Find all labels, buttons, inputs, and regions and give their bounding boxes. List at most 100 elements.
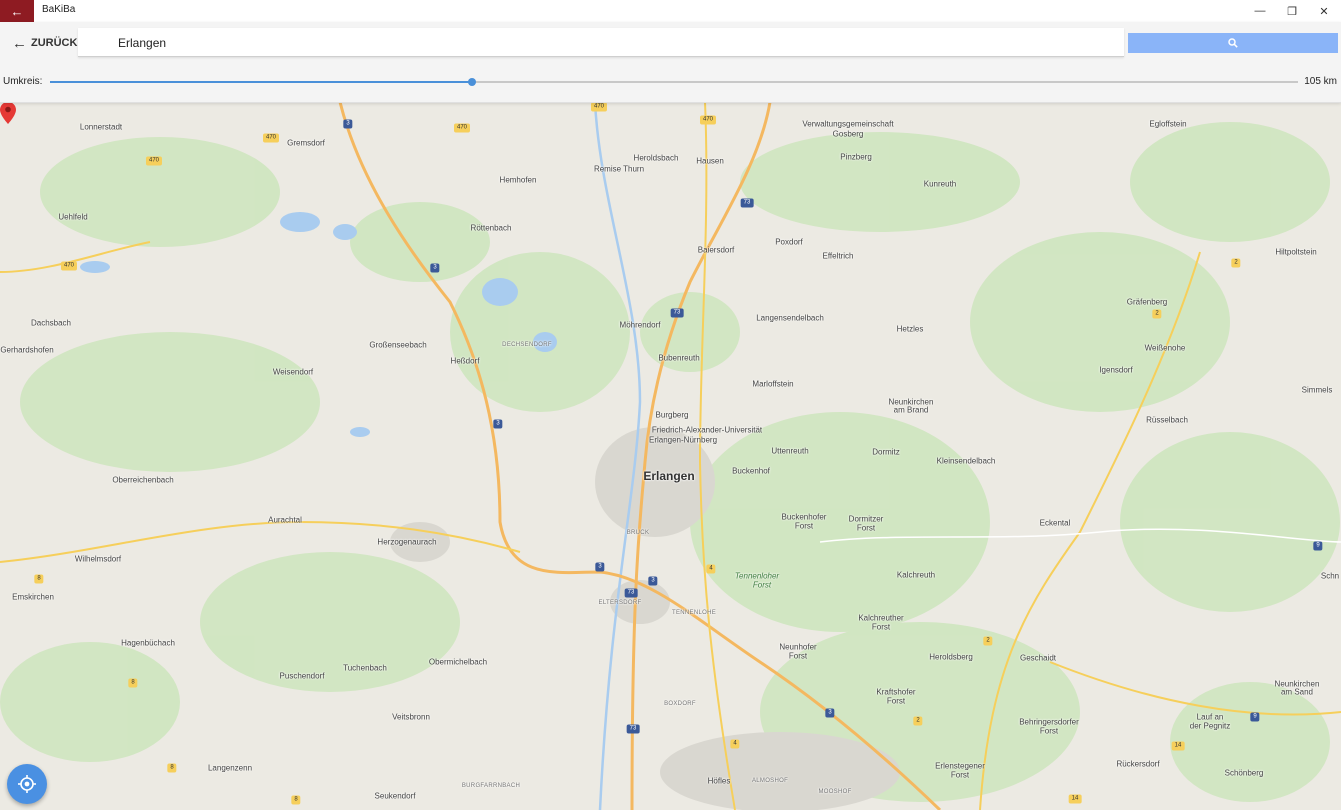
- road-number-shield: 8: [167, 763, 177, 773]
- map-place-label: Kalchreuth: [896, 570, 936, 580]
- map-district-label: BURGFARRNBACH: [461, 783, 521, 789]
- map-place-label: Erlangen-Nürnberg: [648, 435, 718, 445]
- map-place-label: Forst: [794, 521, 814, 531]
- road-number-shield: 470: [699, 115, 717, 125]
- close-icon: ✕: [1319, 5, 1329, 18]
- road-number-shield: 73: [624, 588, 638, 598]
- map-place-label: Weisendorf: [272, 367, 314, 377]
- back-button[interactable]: ← ZURÜCK: [12, 34, 77, 52]
- road-number-shield: 14: [1068, 794, 1082, 804]
- radius-slider[interactable]: [50, 78, 1298, 86]
- back-label: ZURÜCK: [31, 37, 78, 49]
- map-place-label: Puschendorf: [279, 671, 325, 681]
- road-number-shield: 8: [34, 574, 44, 584]
- map-pin-icon[interactable]: [0, 102, 16, 124]
- road-number-shield: 2: [1152, 309, 1162, 319]
- map-place-label: Höfles: [707, 776, 731, 786]
- map-place-label: Uehlfeld: [58, 212, 88, 222]
- map-place-label: Rüsselbach: [1146, 415, 1188, 425]
- app-title: BaKiBa: [42, 4, 76, 15]
- map-place-label: Forst: [871, 622, 891, 632]
- arrow-left-icon: ←: [10, 3, 24, 19]
- map-place-label: Gräfenberg: [1126, 297, 1168, 307]
- map-place-label: Wilhelmsdorf: [74, 554, 122, 564]
- map-place-label: Forst: [1039, 726, 1059, 736]
- map-place-label: Gosberg: [832, 129, 864, 139]
- map-place-label: Möhrendorf: [619, 320, 661, 330]
- map-place-label: Kunreuth: [923, 179, 957, 189]
- close-button[interactable]: ✕: [1308, 0, 1340, 22]
- locate-me-button[interactable]: [7, 764, 47, 804]
- radius-slider-thumb[interactable]: [467, 78, 476, 86]
- map-place-label: Forst: [950, 770, 970, 780]
- map-place-label: Seukendorf: [374, 791, 416, 801]
- map-place-label: Heroldsberg: [929, 652, 973, 662]
- map-place-label: Veitsbronn: [392, 712, 430, 722]
- map-place-label: Heßdorf: [450, 356, 480, 366]
- map-district-label: BRUCK: [626, 530, 650, 536]
- map-place-label: Dachsbach: [30, 318, 72, 328]
- map-place-label: Bubenreuth: [658, 353, 700, 363]
- road-number-shield: 2: [983, 636, 993, 646]
- road-number-shield: 14: [1171, 741, 1185, 751]
- map-place-label: Röttenbach: [470, 223, 512, 233]
- map-place-label: Marloffstein: [752, 379, 794, 389]
- map-forest-label: Forst: [752, 580, 772, 590]
- road-number-shield: 73: [740, 198, 754, 208]
- map-place-label: Tuchenbach: [343, 663, 387, 673]
- toolbar: ← ZURÜCK Umkreis: 105 km: [0, 22, 1341, 103]
- road-number-shield: 73: [626, 724, 640, 734]
- radius-label: Umkreis:: [3, 76, 43, 87]
- minimize-icon: —: [1254, 5, 1266, 17]
- map-place-label: Forst: [856, 523, 876, 533]
- map-place-label: Oberreichenbach: [112, 475, 174, 485]
- map-place-label: Schn: [1320, 571, 1340, 581]
- map-place-label: Rückersdorf: [1116, 759, 1160, 769]
- search-icon: [1228, 38, 1238, 48]
- map-place-label: Burgberg: [655, 410, 689, 420]
- map-place-label: Igensdorf: [1099, 365, 1133, 375]
- road-number-shield: 2: [913, 716, 923, 726]
- map-place-label: Gremsdorf: [287, 138, 325, 148]
- map-place-label: Heroldsbach: [633, 153, 679, 163]
- map-place-label: Großenseebach: [369, 340, 427, 350]
- map-place-label: Hemhofen: [499, 175, 537, 185]
- radius-value: 105 km: [1304, 76, 1337, 87]
- map-district-label: MOOSHOF: [818, 789, 852, 795]
- road-number-shield: 4: [730, 739, 740, 749]
- back-tile[interactable]: ←: [0, 0, 34, 22]
- map-place-label: Forst: [788, 651, 808, 661]
- maximize-button[interactable]: ❐: [1276, 0, 1308, 22]
- map-place-label: Langenzenn: [207, 763, 253, 773]
- map-view[interactable]: Lonnerstadt Gremsdorf Uehlfeld Hemhofen Hero…: [0, 102, 1341, 810]
- road-number-shield: 470: [145, 156, 163, 166]
- map-place-label: Obermichelbach: [428, 657, 488, 667]
- map-place-label: Friedrich-Alexander-Universität: [651, 425, 763, 435]
- map-place-label: am Sand: [1280, 687, 1314, 697]
- search-button[interactable]: [1128, 33, 1338, 53]
- search-input[interactable]: [116, 33, 1020, 53]
- map-place-label: Erlangen: [643, 469, 695, 483]
- arrow-left-icon: ←: [12, 34, 27, 52]
- road-number-shield: 73: [670, 308, 684, 318]
- road-number-shield: 3: [430, 263, 440, 273]
- map-place-label: Egloffstein: [1149, 119, 1187, 129]
- minimize-button[interactable]: —: [1244, 0, 1276, 22]
- road-number-shield: 3: [493, 419, 503, 429]
- road-number-shield: 470: [262, 133, 280, 143]
- map-place-label: Dormitz: [872, 447, 900, 457]
- road-number-shield: 4: [706, 564, 716, 574]
- map-place-label: Weißenohe: [1144, 343, 1186, 353]
- map-district-label: BOXDORF: [664, 701, 696, 707]
- radius-slider-fill: [50, 81, 472, 83]
- map-place-label: der Pegnitz: [1189, 721, 1231, 731]
- road-number-shield: 9: [1250, 712, 1260, 722]
- map-place-label: Lonnerstadt: [79, 122, 123, 132]
- map-place-label: Kleinsendelbach: [936, 456, 996, 466]
- map-place-label: Schönberg: [1224, 768, 1264, 778]
- map-place-label: Buckenhofer: [781, 512, 827, 522]
- map-place-label: am Brand: [893, 405, 929, 415]
- map-place-label: Pinzberg: [840, 152, 872, 162]
- title-bar: ← BaKiBa — ❐ ✕: [0, 0, 1341, 22]
- map-place-label: Geschaidt: [1019, 653, 1057, 663]
